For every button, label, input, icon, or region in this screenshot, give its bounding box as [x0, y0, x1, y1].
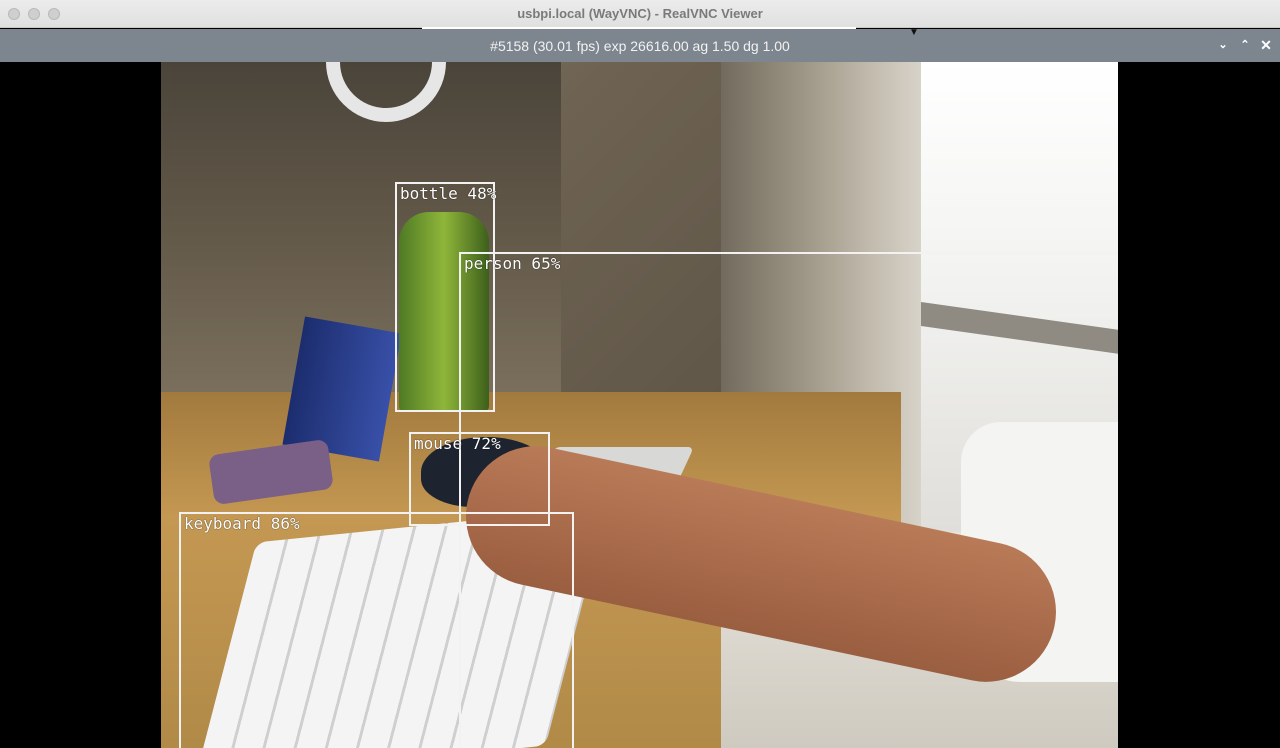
chevron-up-icon: ⌃ — [1240, 39, 1250, 51]
detection-label: bottle 48% — [400, 184, 497, 203]
detection-label: mouse 72% — [414, 434, 501, 453]
detection-box-keyboard: keyboard 86% — [179, 512, 574, 748]
maximize-remote-button[interactable]: ⌃ — [1237, 37, 1253, 53]
close-remote-button[interactable]: ✕ — [1258, 37, 1274, 53]
camera-feed: bottle 48% person 65% mouse 72% keyboard… — [161, 62, 1118, 748]
remote-window-titlebar: #5158 (30.01 fps) exp 26616.00 ag 1.50 d… — [0, 29, 1280, 62]
remote-window-title: #5158 (30.01 fps) exp 26616.00 ag 1.50 d… — [490, 38, 790, 54]
close-icon: ✕ — [1260, 37, 1272, 53]
detection-label: keyboard 86% — [184, 514, 300, 533]
mouse-pointer-icon: ▼ — [909, 27, 919, 38]
minimize-remote-button[interactable]: ⌄ — [1215, 37, 1231, 53]
window-title: usbpi.local (WayVNC) - RealVNC Viewer — [517, 6, 763, 21]
vnc-viewer-titlebar: usbpi.local (WayVNC) - RealVNC Viewer — [0, 0, 1280, 29]
detection-label: person 65% — [464, 254, 561, 273]
chevron-down-icon: ⌄ — [1218, 39, 1228, 51]
